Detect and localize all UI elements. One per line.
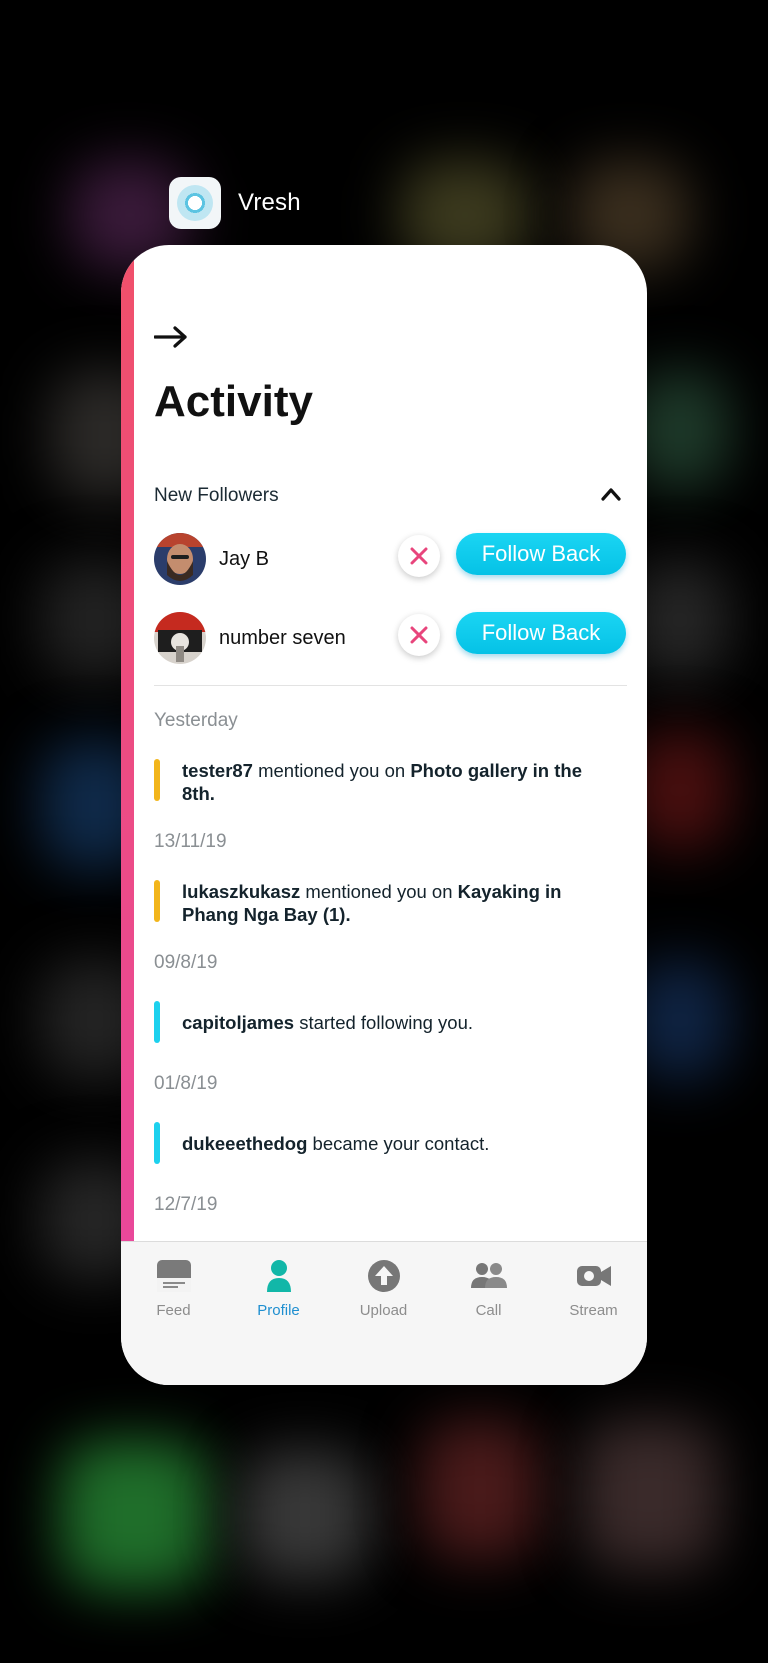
follower-row: number seven Follow Back (154, 612, 627, 666)
activity-user[interactable]: capitoljames (182, 1012, 294, 1033)
close-icon (410, 626, 428, 644)
activity-user[interactable]: lukaszkukasz (182, 881, 300, 902)
activity-user[interactable]: dukeeethedog (182, 1133, 307, 1154)
new-followers-header[interactable]: New Followers (154, 481, 627, 511)
tab-feed[interactable]: Feed (121, 1258, 226, 1319)
page-title: Activity (154, 377, 313, 426)
tab-label: Profile (257, 1302, 300, 1319)
tab-label: Call (475, 1302, 502, 1319)
feed-icon (156, 1260, 191, 1292)
activity-type-marker (154, 880, 160, 922)
activity-type-marker (154, 1001, 160, 1043)
upload-icon (367, 1260, 400, 1292)
avatar[interactable] (154, 533, 206, 585)
activity-date: 01/8/19 (154, 1073, 218, 1094)
activity-action: mentioned you on (300, 881, 458, 902)
arrow-right-icon[interactable] (154, 326, 188, 348)
vresh-app-icon (169, 177, 221, 229)
divider (154, 685, 627, 686)
tab-label: Upload (359, 1302, 408, 1319)
activity-date: 09/8/19 (154, 952, 218, 973)
stream-icon (576, 1266, 611, 1286)
activity-action: mentioned you on (252, 760, 411, 781)
tab-call[interactable]: Call (436, 1258, 541, 1319)
tab-profile[interactable]: Profile (226, 1258, 331, 1319)
tab-upload[interactable]: Upload (331, 1258, 436, 1319)
tab-label: Feed (156, 1302, 191, 1319)
close-icon (410, 547, 428, 565)
new-followers-label: New Followers (154, 485, 279, 506)
tab-label: Stream (569, 1302, 618, 1319)
tab-stream[interactable]: Stream (541, 1258, 646, 1319)
activity-type-marker (154, 1122, 160, 1164)
avatar[interactable] (154, 612, 206, 664)
activity-user[interactable]: tester87 (182, 760, 253, 781)
activity-action: became your contact. (307, 1133, 490, 1154)
app-switcher-header[interactable]: Vresh (169, 177, 301, 229)
call-icon (470, 1263, 507, 1288)
accent-bar (121, 245, 134, 1245)
activity-action: started following you. (294, 1012, 474, 1033)
dismiss-button[interactable] (398, 535, 440, 577)
chevron-up-icon[interactable] (601, 487, 621, 501)
profile-icon (266, 1260, 291, 1292)
follower-name: Jay B (219, 548, 270, 570)
follower-name: number seven (219, 627, 346, 649)
activity-date: 12/7/19 (154, 1194, 218, 1215)
activity-date: Yesterday (154, 710, 238, 731)
follow-back-button[interactable]: Follow Back (456, 612, 626, 654)
activity-type-marker (154, 759, 160, 801)
dismiss-button[interactable] (398, 614, 440, 656)
follow-back-button[interactable]: Follow Back (456, 533, 626, 575)
bottom-tab-bar: Feed Profile Upload Call Stream (121, 1241, 647, 1385)
app-name: Vresh (238, 189, 301, 216)
app-preview-card[interactable]: Activity New Followers Jay B Follow Back… (121, 245, 647, 1385)
follower-row: Jay B Follow Back (154, 533, 627, 587)
activity-date: 13/11/19 (154, 831, 227, 852)
